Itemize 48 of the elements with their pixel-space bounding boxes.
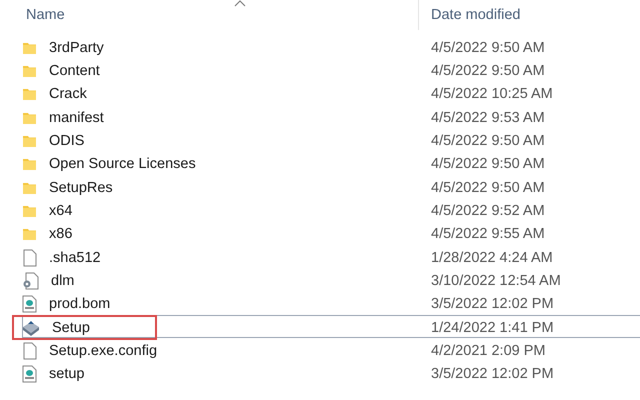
file-name[interactable]: dlm — [51, 272, 74, 289]
date-modified: 4/5/2022 9:50 AM — [431, 132, 546, 149]
file-name[interactable]: manifest — [49, 110, 104, 126]
sort-ascending-icon — [234, 0, 246, 7]
file-icon — [22, 342, 37, 360]
date-modified: 3/5/2022 12:02 PM — [431, 296, 555, 312]
date-modified: 1/28/2022 4:24 AM — [431, 250, 554, 266]
file-name[interactable]: prod.bom — [49, 296, 110, 312]
folder-icon — [22, 40, 37, 54]
date-modified: 4/5/2022 9:53 AM — [431, 110, 546, 126]
file-name[interactable]: Setup — [52, 320, 90, 336]
folder-icon — [22, 180, 37, 195]
date-modified: 1/24/2022 1:41 PM — [431, 320, 555, 336]
file-name[interactable]: ODIS — [49, 132, 84, 149]
date-modified: 3/10/2022 12:54 AM — [431, 272, 562, 289]
config-file-icon — [22, 365, 37, 384]
date-modified: 4/5/2022 9:50 AM — [431, 40, 546, 56]
settings-file-icon — [22, 272, 39, 290]
file-name[interactable]: 3rdParty — [49, 40, 104, 56]
date-modified: 4/5/2022 10:25 AM — [431, 86, 554, 102]
file-name[interactable]: SetupRes — [49, 180, 113, 196]
date-modified: 4/5/2022 9:52 AM — [431, 202, 546, 219]
date-modified: 4/5/2022 9:50 AM — [431, 62, 546, 79]
folder-icon — [22, 134, 37, 148]
date-modified: 4/5/2022 9:50 AM — [431, 180, 546, 196]
date-modified: 4/5/2022 9:55 AM — [431, 226, 546, 242]
folder-icon — [22, 157, 37, 172]
folder-icon — [22, 87, 37, 102]
installer-icon — [22, 320, 40, 336]
folder-icon — [22, 64, 37, 78]
file-name[interactable]: .sha512 — [49, 250, 101, 266]
file-name[interactable]: Open Source Licenses — [49, 156, 196, 172]
column-header[interactable]: Date modified — [431, 7, 520, 23]
column-header[interactable]: Name — [26, 7, 65, 23]
folder-icon — [22, 204, 37, 218]
file-name[interactable]: Crack — [49, 86, 87, 102]
config-file-icon — [22, 295, 37, 314]
file-name[interactable]: Setup.exe.config — [49, 342, 158, 359]
date-modified: 4/5/2022 9:50 AM — [431, 156, 546, 172]
folder-icon — [22, 227, 37, 242]
date-modified: 3/5/2022 12:02 PM — [431, 366, 555, 382]
file-name[interactable]: x86 — [49, 226, 72, 242]
date-modified: 4/2/2021 2:09 PM — [431, 342, 546, 359]
file-name[interactable]: x64 — [49, 202, 72, 219]
file-icon — [22, 248, 37, 267]
file-name[interactable]: setup — [49, 366, 84, 382]
file-name[interactable]: Content — [49, 62, 100, 79]
folder-icon — [22, 110, 37, 125]
